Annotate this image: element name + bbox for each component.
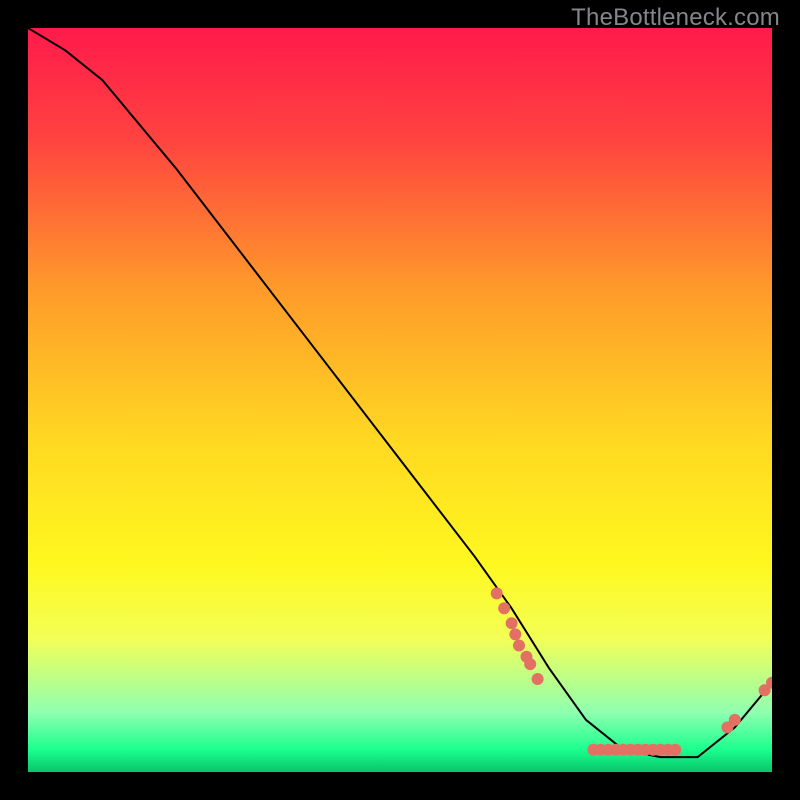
marker-point	[491, 587, 503, 599]
marker-point	[498, 602, 510, 614]
watermark-text: TheBottleneck.com	[571, 4, 780, 32]
marker-point	[532, 673, 544, 685]
marker-point	[524, 658, 536, 670]
chart-frame: TheBottleneck.com	[0, 0, 800, 800]
marker-point	[506, 617, 518, 629]
marker-point	[729, 714, 741, 726]
marker-point	[509, 628, 521, 640]
chart-svg	[28, 28, 772, 772]
marker-point	[513, 640, 525, 652]
marker-point	[669, 744, 681, 756]
chart-background	[28, 28, 772, 772]
